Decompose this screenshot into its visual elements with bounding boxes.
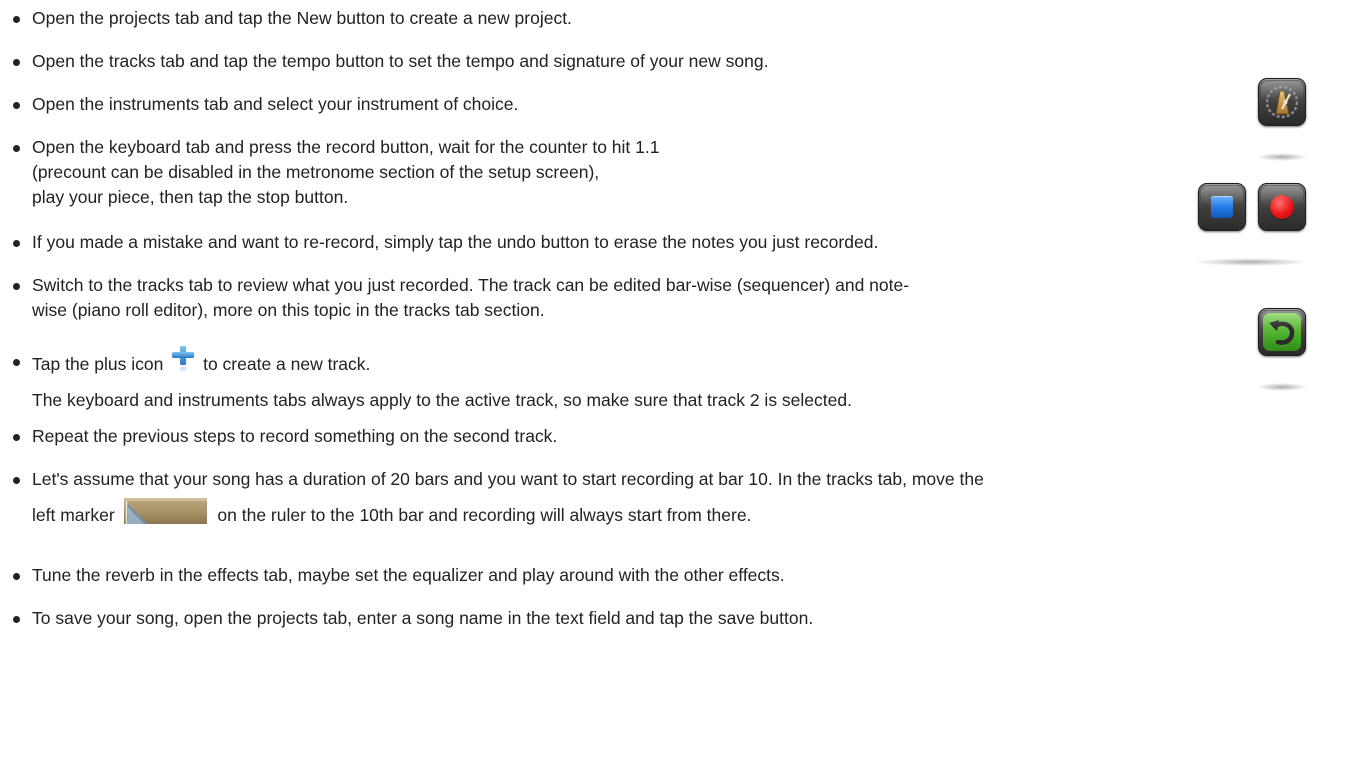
step-text: To save your song, open the projects tab… bbox=[32, 608, 814, 628]
button-reflection bbox=[1256, 383, 1308, 391]
step-left-marker: Let's assume that your song has a durati… bbox=[0, 467, 984, 533]
stop-icon bbox=[1211, 196, 1233, 218]
step-undo: If you made a mistake and want to re-rec… bbox=[0, 230, 878, 255]
step-text-line: left marker on the ruler to the 10th bar… bbox=[32, 498, 984, 533]
step-select-instrument: Open the instruments tab and select your… bbox=[0, 92, 518, 117]
step-new-track: Tap the plus icon to create a new track.… bbox=[0, 346, 852, 413]
step-save-song: To save your song, open the projects tab… bbox=[0, 606, 813, 631]
step-text: The keyboard and instruments tabs always… bbox=[32, 390, 852, 410]
step-text: play your piece, then tap the stop butto… bbox=[32, 187, 349, 207]
step-text: (precount can be disabled in the metrono… bbox=[32, 162, 600, 182]
step-text: Open the instruments tab and select your… bbox=[32, 94, 519, 114]
left-marker-icon bbox=[123, 498, 207, 531]
step-review-tracks: Switch to the tracks tab to review what … bbox=[0, 273, 909, 323]
step-second-track: Repeat the previous steps to record some… bbox=[0, 424, 557, 449]
step-text: If you made a mistake and want to re-rec… bbox=[32, 232, 879, 252]
step-text-line: Tap the plus icon to create a new track. bbox=[32, 346, 852, 382]
step-text: Tune the reverb in the effects tab, mayb… bbox=[32, 565, 785, 585]
step-text: on the ruler to the 10th bar and recordi… bbox=[217, 505, 752, 526]
stop-button bbox=[1198, 183, 1246, 231]
record-icon bbox=[1270, 195, 1294, 219]
record-button bbox=[1258, 183, 1306, 231]
step-text: Repeat the previous steps to record some… bbox=[32, 426, 558, 446]
step-text: Tap the plus icon bbox=[32, 354, 164, 375]
step-text: Open the projects tab and tap the New bu… bbox=[32, 8, 572, 28]
step-text: wise (piano roll editor), more on this t… bbox=[32, 300, 545, 320]
metronome-icon bbox=[1265, 85, 1299, 126]
step-text: Open the tracks tab and tap the tempo bu… bbox=[32, 51, 769, 71]
plus-icon bbox=[172, 346, 195, 379]
instruction-steps: Open the projects tab and tap the New bu… bbox=[0, 0, 1350, 760]
step-text: Let's assume that your song has a durati… bbox=[32, 469, 984, 489]
step-text: to create a new track. bbox=[203, 354, 371, 375]
step-text: Switch to the tracks tab to review what … bbox=[32, 275, 910, 295]
step-effects: Tune the reverb in the effects tab, mayb… bbox=[0, 563, 785, 588]
step-record: Open the keyboard tab and press the reco… bbox=[0, 135, 659, 210]
step-text: left marker bbox=[32, 505, 115, 526]
step-new-project: Open the projects tab and tap the New bu… bbox=[0, 6, 572, 31]
undo-button bbox=[1258, 308, 1306, 356]
undo-arrow-icon bbox=[1263, 313, 1301, 351]
button-reflection bbox=[1256, 153, 1308, 161]
button-reflection bbox=[1194, 258, 1308, 266]
step-set-tempo: Open the tracks tab and tap the tempo bu… bbox=[0, 49, 768, 74]
step-text: Open the keyboard tab and press the reco… bbox=[32, 137, 660, 157]
tempo-button bbox=[1258, 78, 1306, 126]
